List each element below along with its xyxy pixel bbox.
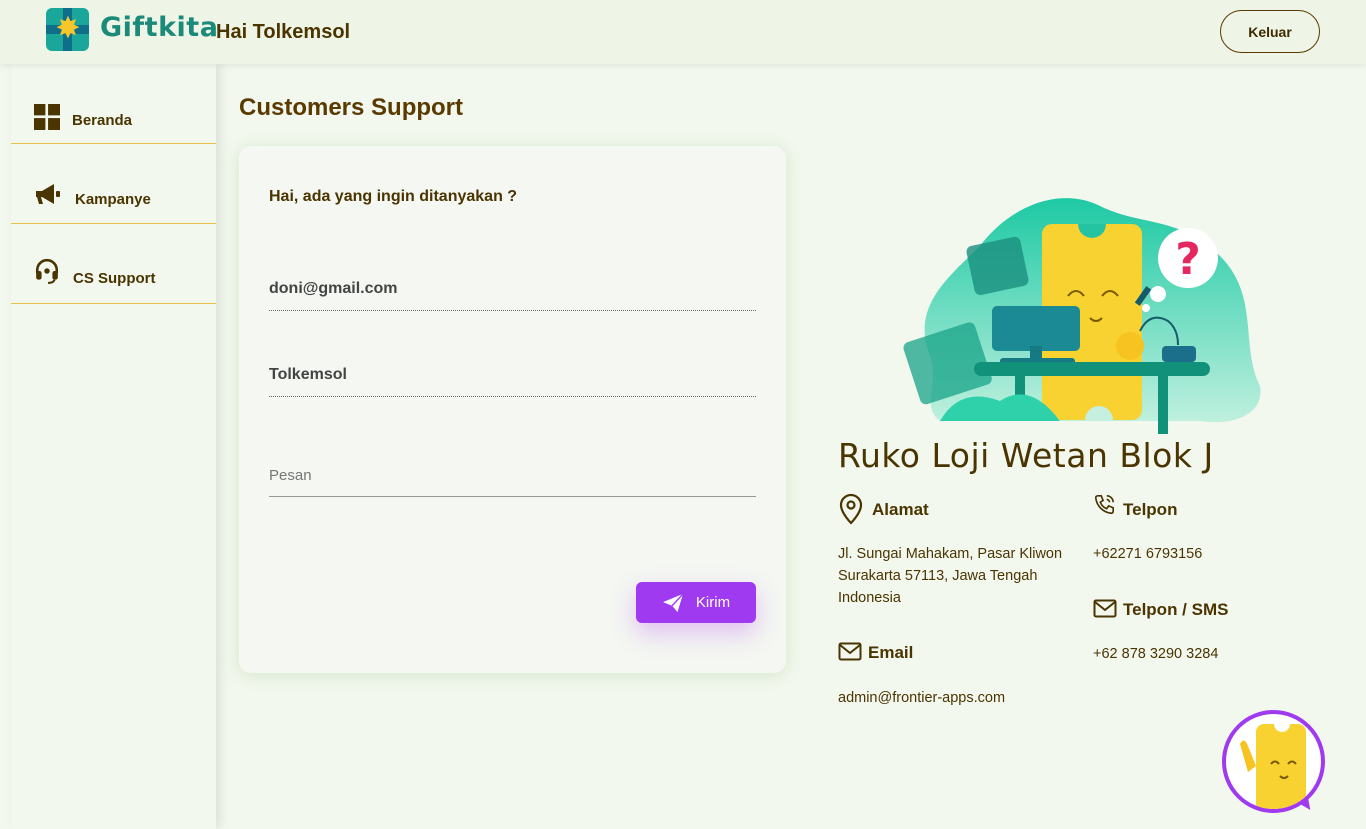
- mascot-icon: [1240, 724, 1306, 809]
- address-line: Jl. Sungai Mahakam, Pasar Kliwon: [838, 546, 1063, 562]
- email-field[interactable]: [269, 280, 756, 310]
- send-button-label: Kirim: [695, 594, 731, 611]
- support-form-card: Hai, ada yang ingin ditanyakan ? Kirim: [239, 146, 786, 673]
- sidebar-item-label: CS Support: [73, 270, 156, 287]
- address-line: Indonesia: [838, 590, 901, 606]
- svg-text:?: ?: [1175, 234, 1201, 285]
- phone-value: +62271 6793156: [1093, 546, 1203, 562]
- email-label: Email: [868, 643, 914, 662]
- location-pin-icon: [839, 493, 863, 525]
- send-button[interactable]: Kirim: [636, 582, 756, 623]
- name-field-wrapper: [269, 366, 756, 397]
- sidebar: Beranda Kampanye CS Support: [11, 64, 216, 829]
- phone-label: Telpon: [1123, 500, 1178, 519]
- support-illustration: ?: [903, 198, 1261, 434]
- sidebar-item-label: Beranda: [72, 112, 133, 129]
- user-greeting: Hai Tolkemsol: [216, 21, 351, 43]
- message-field-wrapper: [269, 467, 756, 497]
- grid-icon: [34, 104, 60, 130]
- phone-icon: [1094, 495, 1114, 515]
- sidebar-item-beranda[interactable]: Beranda: [11, 64, 216, 144]
- sms-label: Telpon / SMS: [1123, 600, 1229, 619]
- logout-button[interactable]: Keluar: [1220, 10, 1320, 53]
- name-field[interactable]: [269, 366, 756, 396]
- giftkita-logo-icon: ✸: [46, 8, 89, 51]
- mail-icon: [1093, 599, 1117, 618]
- paper-plane-icon: [662, 592, 684, 612]
- office-title: Ruko Loji Wetan Blok J: [838, 436, 1214, 475]
- sidebar-item-kampanye[interactable]: Kampanye: [11, 144, 216, 224]
- address-label: Alamat: [872, 500, 929, 519]
- headset-icon: [35, 258, 59, 284]
- message-field[interactable]: [269, 467, 756, 496]
- page-title: Customers Support: [239, 94, 464, 121]
- address-line: Surakarta 57113, Jawa Tengah: [838, 568, 1038, 584]
- address-value: Jl. Sungai Mahakam, Pasar Kliwon Surakar…: [838, 543, 1062, 609]
- sms-value: +62 878 3290 3284: [1093, 646, 1219, 662]
- sidebar-item-cs-support[interactable]: CS Support: [11, 224, 216, 304]
- megaphone-icon: [36, 184, 60, 204]
- brand-name: Giftkita: [100, 12, 219, 43]
- chat-assistant-button[interactable]: [1222, 710, 1325, 813]
- top-header: ✸ Giftkita Hai Tolkemsol Keluar: [0, 0, 1366, 64]
- email-value: admin@frontier-apps.com: [838, 690, 1006, 706]
- form-question: Hai, ada yang ingin ditanyakan ?: [269, 188, 518, 205]
- sidebar-item-label: Kampanye: [75, 191, 151, 208]
- mail-icon: [838, 642, 862, 661]
- email-field-wrapper: [269, 280, 756, 311]
